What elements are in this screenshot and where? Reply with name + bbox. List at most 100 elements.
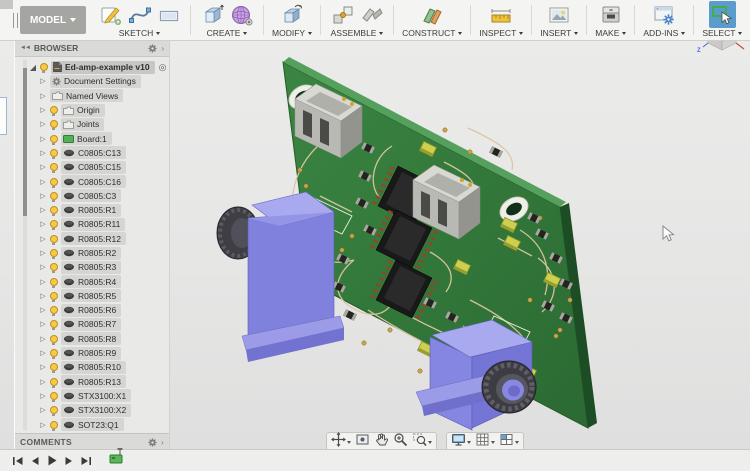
sketch-menu[interactable]: SKETCH [119,28,160,40]
activate-component-icon[interactable]: ◎ [159,62,167,73]
tree-item-chip[interactable]: R0805:R9 [61,347,121,360]
visibility-bulb-icon[interactable] [50,406,58,414]
press-pull-icon[interactable] [279,1,306,28]
expand-arrow-icon[interactable]: ▷ [39,335,47,343]
expand-arrow-icon[interactable]: ▷ [39,249,47,257]
gear-icon[interactable] [148,438,157,447]
expand-arrow-icon[interactable]: ▷ [39,235,47,243]
expand-arrow-icon[interactable]: ▷ [39,263,47,271]
visibility-bulb-icon[interactable] [50,363,58,371]
play-button[interactable] [45,454,59,468]
step-back-button[interactable] [28,454,42,468]
expand-arrow-icon[interactable]: ▷ [39,421,47,429]
expand-arrow-icon[interactable]: ▷ [39,220,47,228]
tree-item-chip[interactable]: R0805:R11 [61,218,125,231]
tree-item[interactable]: ▷ R0805:R7 [15,317,169,331]
sketch-create-icon[interactable] [97,1,124,28]
gear-icon[interactable] [148,44,157,53]
tree-item-chip[interactable]: R0805:R13 [61,375,126,388]
tree-item-chip[interactable]: STX3100:X1 [61,389,131,402]
visibility-bulb-icon[interactable] [50,149,58,157]
tree-item-chip[interactable]: R0805:R6 [61,304,121,317]
tree-item-chip[interactable]: Document Settings [50,75,141,88]
joint-icon[interactable] [329,1,356,28]
make-menu[interactable]: MAKE [595,28,626,40]
visibility-bulb-icon[interactable] [50,206,58,214]
tree-item[interactable]: ▷R0805:R4 [15,274,169,288]
tree-item[interactable]: ▷R0805:R3 [15,260,169,274]
joint-origin-icon[interactable] [358,1,385,28]
visibility-bulb-icon[interactable] [50,349,58,357]
step-forward-button[interactable] [62,454,76,468]
visibility-bulb-icon[interactable] [50,278,58,286]
expand-arrow-icon[interactable]: ▷ [39,106,47,114]
make-3dprint-icon[interactable] [597,1,624,28]
tree-item[interactable]: ▷ R0805:R11 [15,217,169,231]
visibility-bulb-icon[interactable] [50,306,58,314]
tree-item-chip[interactable]: Named Views [50,89,123,102]
mesh-sphere-icon[interactable] [228,1,255,28]
tree-item-chip[interactable]: Origin [61,104,105,117]
workspace-switcher[interactable]: MODEL [20,6,86,34]
visibility-bulb-icon[interactable] [50,220,58,228]
tree-item[interactable]: ▷ STX3100:X2 [15,403,169,417]
tree-item[interactable]: ▷R0805:R5 [15,289,169,303]
create-menu[interactable]: CREATE [207,28,248,40]
construct-menu[interactable]: CONSTRUCT [402,28,462,40]
tree-item[interactable]: ▷ C0805:C13 [15,146,169,160]
modify-menu[interactable]: MODIFY [272,28,312,40]
expand-arrow-icon[interactable]: ◢ [29,63,37,72]
expand-arrow-icon[interactable]: ▷ [39,92,47,100]
tree-item-chip[interactable]: R0805:R10 [61,361,126,374]
expand-arrow-icon[interactable]: ▷ [39,349,47,357]
assemble-menu[interactable]: ASSEMBLE [331,28,384,40]
tree-item-chip[interactable]: R0805:R1 [61,204,121,217]
go-to-end-button[interactable] [79,454,93,468]
browser-header[interactable]: ◄◄ BROWSER › [15,40,169,57]
tree-item[interactable]: ▷Named Views [15,89,169,103]
inspect-menu[interactable]: INSPECT [479,28,523,40]
tree-item[interactable]: ▷C0805:C15 [15,160,169,174]
visibility-bulb-icon[interactable] [50,135,58,143]
timeline-marker-icon[interactable] [108,447,126,470]
tree-item[interactable]: ▷C0805:C3 [15,189,169,203]
visibility-bulb-icon[interactable] [50,421,58,429]
expand-arrow-icon[interactable]: ▷ [39,120,47,128]
expand-arrow-icon[interactable]: ▷ [39,149,47,157]
tree-item[interactable]: ▷ R0805:R2 [15,246,169,260]
expand-arrow-icon[interactable]: ▷ [39,406,47,414]
visibility-bulb-icon[interactable] [50,292,58,300]
collapse-panel-icon[interactable]: ◄◄ [20,45,30,51]
expand-arrow-icon[interactable]: ▷ [39,306,47,314]
expand-arrow-icon[interactable]: ▷ [39,320,47,328]
tree-item-chip[interactable]: Joints [61,118,104,131]
tree-item[interactable]: ▷STX3100:X1 [15,389,169,403]
tree-item-chip[interactable]: SOT23:Q1 [61,418,124,431]
tree-item[interactable]: ▷Board:1 [15,131,169,145]
expand-arrow-icon[interactable]: ▷ [39,77,47,85]
visibility-bulb-icon[interactable] [50,163,58,171]
measure-icon[interactable] [488,1,515,28]
construction-plane-icon[interactable] [419,1,446,28]
select-cursor-icon[interactable] [709,1,736,28]
visibility-bulb-icon[interactable] [50,178,58,186]
tree-item-chip[interactable]: C0805:C13 [61,146,126,159]
tree-item-chip[interactable]: STX3100:X2 [61,404,131,417]
insert-menu[interactable]: INSERT [540,28,578,40]
potentiometer[interactable] [416,320,536,430]
tree-item-chip[interactable]: R0805:R2 [61,247,121,260]
tree-item-chip[interactable]: R0805:R5 [61,289,121,302]
comments-bar[interactable]: COMMENTS › [15,433,169,450]
expand-arrow-icon[interactable]: ▷ [39,363,47,371]
tree-item-chip[interactable]: R0805:R7 [61,318,121,331]
add-ins-window-icon[interactable] [651,1,678,28]
tree-item[interactable]: ▷ R0805:R6 [15,303,169,317]
expand-arrow-icon[interactable]: ▷ [39,278,47,286]
create-box-icon[interactable] [199,1,226,28]
tree-item-chip[interactable]: C0805:C15 [61,161,126,174]
visibility-bulb-icon[interactable] [40,63,48,71]
tree-item-chip[interactable]: C0805:C3 [61,189,121,202]
tree-item[interactable]: ▷R0805:R12 [15,232,169,246]
tree-item[interactable]: ▷R0805:R13 [15,375,169,389]
visibility-bulb-icon[interactable] [50,320,58,328]
